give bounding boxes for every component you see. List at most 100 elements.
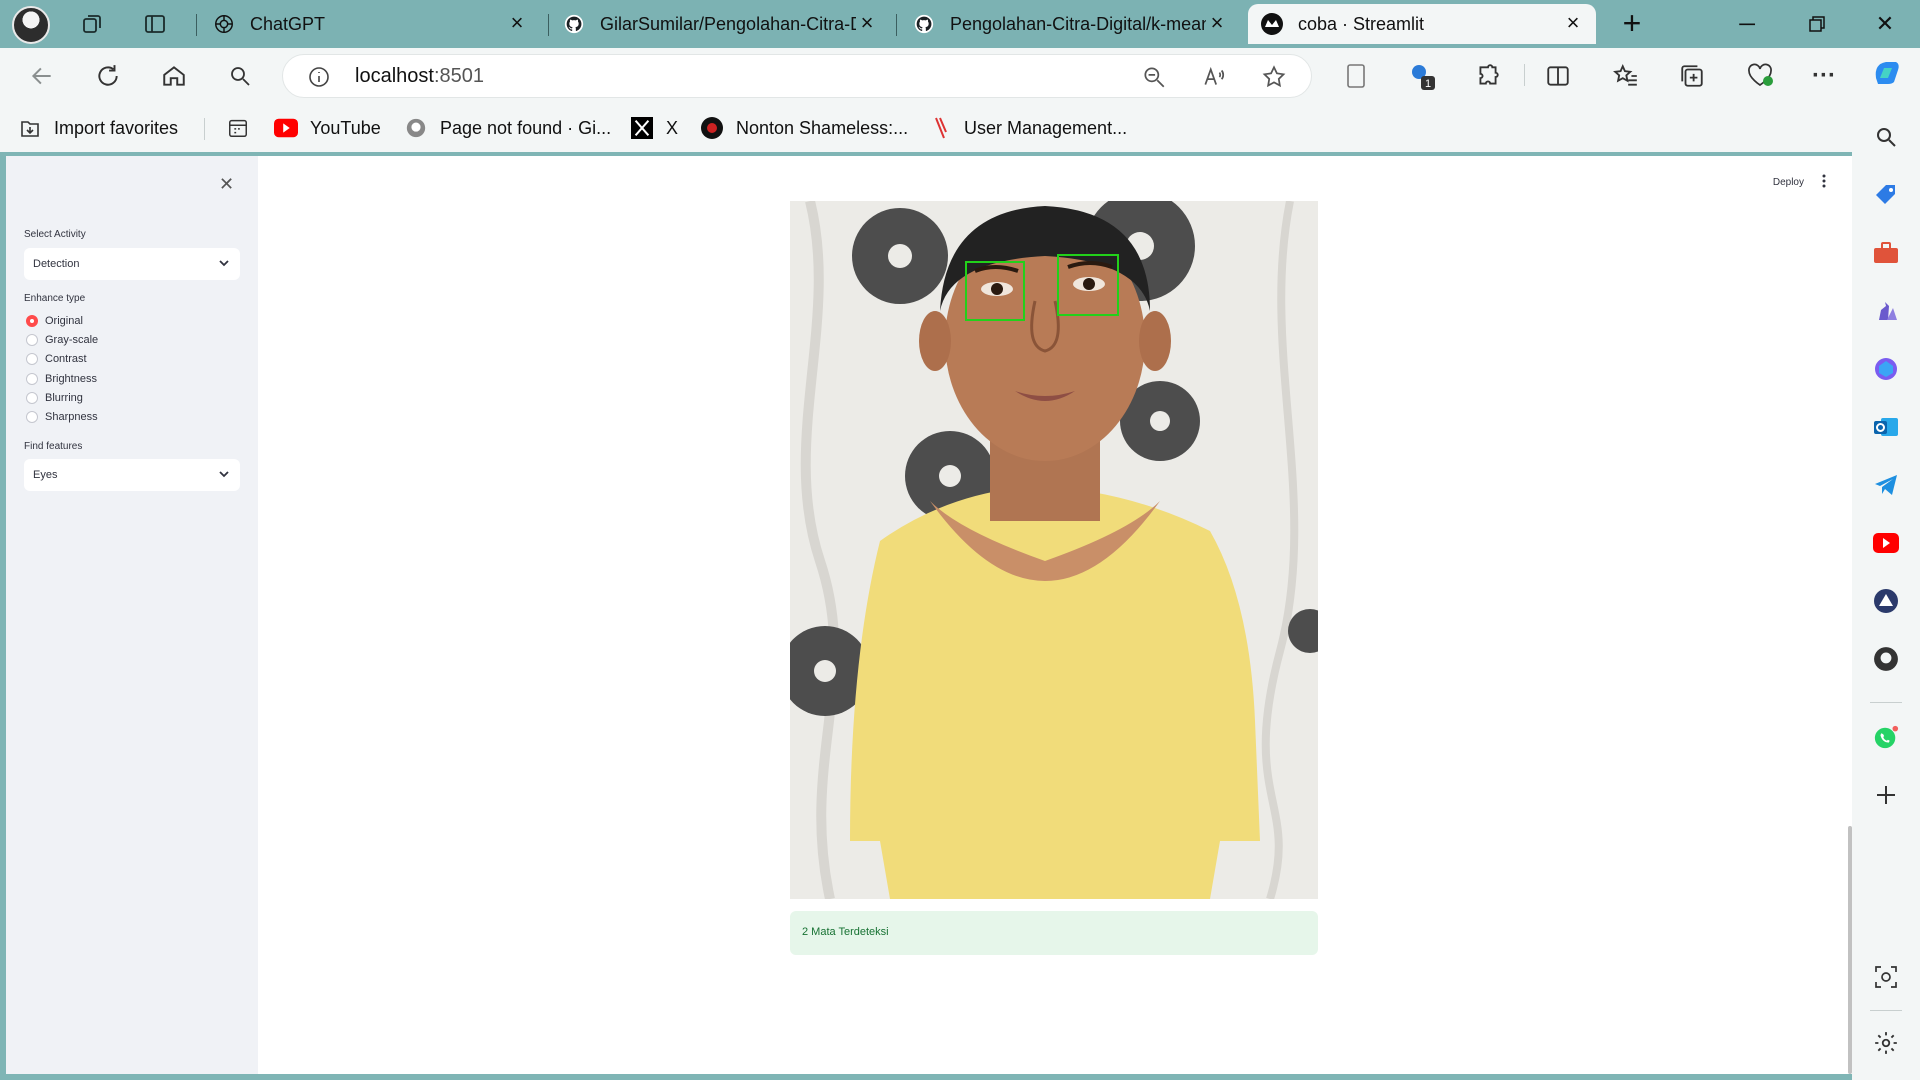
reading-view-icon[interactable] (1340, 60, 1372, 92)
collections-icon[interactable] (1676, 60, 1708, 92)
radio-brightness[interactable]: Brightness (26, 371, 97, 387)
tab-github-kmeans[interactable]: Pengolahan-Citra-Digital/k-means × (900, 4, 1240, 44)
ribbon-icon (928, 116, 952, 140)
favorite-star-icon[interactable] (1261, 64, 1287, 90)
enhance-type-label: Enhance type (24, 293, 86, 304)
deploy-button[interactable]: Deploy (1773, 177, 1804, 188)
radio-gray-scale[interactable]: Gray-scale (26, 332, 98, 348)
github-icon[interactable] (1873, 646, 1899, 672)
games-icon[interactable] (1873, 298, 1899, 324)
address-bar[interactable]: localhost:8501 (282, 54, 1312, 98)
svg-text:1: 1 (1425, 78, 1431, 90)
outlook-icon[interactable] (1873, 414, 1899, 440)
github-icon (912, 12, 936, 36)
close-window-button[interactable]: ✕ (1862, 8, 1908, 40)
tab-chatgpt[interactable]: ChatGPT × (200, 4, 540, 44)
bookmark-github-404[interactable]: Page not found · Gi... (404, 114, 611, 142)
vertical-tabs-icon[interactable] (143, 12, 167, 36)
browser-essentials-icon[interactable] (1744, 60, 1776, 92)
import-icon (18, 116, 42, 140)
zoom-out-icon[interactable] (1141, 64, 1167, 90)
tab-title: ChatGPT (250, 13, 326, 34)
bookmark-import-favorites[interactable]: Import favorites (18, 114, 178, 142)
shopping-tag-icon[interactable] (1873, 182, 1899, 208)
radio-icon (26, 373, 38, 385)
app-sidebar: ✕ Select Activity Detection Enhance type… (6, 156, 258, 1074)
detection-success-alert: 2 Mata Terdeteksi (790, 911, 1318, 955)
add-shortcut-icon[interactable] (1873, 782, 1899, 808)
extension-copilot-icon[interactable]: 1 (1406, 60, 1438, 92)
x-icon (630, 116, 654, 140)
app-shortcut-icon[interactable] (1873, 588, 1899, 614)
copilot-icon[interactable] (1870, 56, 1902, 88)
close-tab-icon[interactable]: × (1562, 12, 1584, 35)
minimize-button[interactable]: ─ (1724, 8, 1770, 40)
office-icon[interactable] (1873, 356, 1899, 382)
tab-title: Pengolahan-Citra-Digital/k-means (950, 13, 1206, 34)
home-button[interactable] (158, 60, 190, 92)
radio-sharpness[interactable]: Sharpness (26, 409, 98, 425)
activity-select[interactable]: Detection (24, 248, 240, 280)
restore-button[interactable] (1794, 8, 1840, 40)
extensions-puzzle-icon[interactable] (1472, 60, 1504, 92)
browser-toolbar: localhost:8501 1 ··· (0, 48, 1920, 104)
refresh-button[interactable] (92, 60, 124, 92)
github-icon (562, 12, 586, 36)
youtube-icon (274, 116, 298, 140)
new-tab-button[interactable]: + (1616, 7, 1648, 40)
close-tab-icon[interactable]: × (506, 12, 528, 35)
activity-value: Detection (33, 258, 80, 270)
radio-icon (26, 411, 38, 423)
workspaces-icon[interactable] (80, 12, 104, 36)
bookmark-apps[interactable] (226, 114, 262, 142)
tab-title: GilarSumilar/Pengolahan-Citra-Digital (600, 13, 856, 34)
site-info-icon[interactable] (307, 65, 331, 89)
main-menu-icon[interactable] (1818, 173, 1830, 189)
tab-title: coba · Streamlit (1298, 13, 1425, 34)
profile-avatar[interactable] (12, 6, 50, 44)
github-icon (404, 116, 428, 140)
close-tab-icon[interactable]: × (856, 12, 878, 35)
detection-result-image (790, 201, 1318, 899)
streamlit-page: ✕ Select Activity Detection Enhance type… (6, 156, 1852, 1074)
features-value: Eyes (33, 469, 58, 481)
screenshot-capture-icon[interactable] (1873, 964, 1899, 990)
activity-label: Select Activity (24, 229, 86, 240)
tab-github-repo[interactable]: GilarSumilar/Pengolahan-Citra-Digital × (550, 4, 890, 44)
back-button[interactable] (26, 60, 58, 92)
telegram-icon[interactable] (1873, 472, 1899, 498)
search-button[interactable] (224, 60, 256, 92)
chevron-down-icon (218, 257, 230, 269)
close-tab-icon[interactable]: × (1206, 12, 1228, 35)
edge-sidebar (1852, 62, 1920, 1080)
tab-streamlit[interactable]: coba · Streamlit × (1248, 4, 1596, 44)
radio-icon (26, 353, 38, 365)
youtube-icon[interactable] (1873, 530, 1899, 556)
bookmark-user-management[interactable]: User Management... (928, 114, 1127, 142)
bookmark-youtube[interactable]: YouTube (274, 114, 381, 142)
radio-original[interactable]: Original (26, 313, 83, 329)
features-select[interactable]: Eyes (24, 459, 240, 491)
split-screen-icon[interactable] (1542, 60, 1574, 92)
radio-icon (26, 334, 38, 346)
radio-selected-icon (26, 315, 38, 327)
read-aloud-icon[interactable] (1201, 64, 1227, 90)
site-icon (700, 116, 724, 140)
close-sidebar-icon[interactable]: ✕ (219, 174, 234, 195)
chevron-down-icon (218, 468, 230, 480)
more-menu-button[interactable]: ··· (1808, 60, 1840, 92)
bookmark-nonton[interactable]: Nonton Shameless:... (700, 114, 908, 142)
streamlit-icon (1260, 12, 1284, 36)
bookmarks-bar: Import favorites YouTube Page not found … (0, 104, 1920, 152)
whatsapp-icon[interactable] (1873, 724, 1899, 750)
radio-blurring[interactable]: Blurring (26, 390, 83, 406)
search-icon[interactable] (1873, 124, 1899, 150)
settings-gear-icon[interactable] (1873, 1030, 1899, 1056)
favorites-icon[interactable] (1610, 60, 1642, 92)
tab-strip: ChatGPT × GilarSumilar/Pengolahan-Citra-… (0, 0, 1920, 48)
toolbox-icon[interactable] (1873, 240, 1899, 266)
radio-contrast[interactable]: Contrast (26, 351, 87, 367)
url-text[interactable]: localhost:8501 (355, 65, 484, 88)
result-message: 2 Mata Terdeteksi (802, 926, 889, 938)
bookmark-x[interactable]: X (630, 114, 678, 142)
